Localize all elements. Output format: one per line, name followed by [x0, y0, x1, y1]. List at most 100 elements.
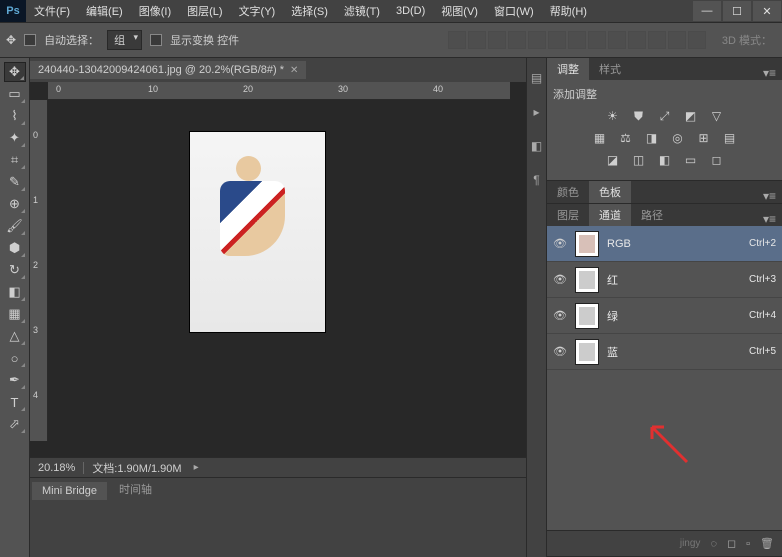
- magic-wand-tool[interactable]: ✦: [4, 128, 26, 148]
- pen-tool[interactable]: ✒: [4, 370, 26, 390]
- tab-color[interactable]: 颜色: [547, 181, 589, 203]
- align-icon[interactable]: [548, 31, 566, 49]
- channel-row-rgb[interactable]: 👁 RGB Ctrl+2: [547, 226, 782, 262]
- history-panel-icon[interactable]: ▤: [529, 70, 545, 86]
- document-tab[interactable]: 240440-13042009424061.jpg @ 20.2%(RGB/8#…: [30, 61, 306, 79]
- adjustments-title: 添加调整: [553, 86, 776, 102]
- status-bar: 20.18% 文档:1.90M/1.90M ▸: [30, 457, 526, 477]
- zoom-level[interactable]: 20.18%: [30, 462, 84, 474]
- panel-menu-icon[interactable]: ▾≡: [757, 189, 782, 203]
- gradient-map-icon[interactable]: ▭: [682, 152, 700, 168]
- mixer-icon[interactable]: ⊞: [695, 130, 713, 146]
- tab-mini-bridge[interactable]: Mini Bridge: [32, 482, 107, 500]
- save-selection-icon[interactable]: ◻: [727, 537, 736, 550]
- invert-icon[interactable]: ◪: [604, 152, 622, 168]
- menu-file[interactable]: 文件(F): [26, 0, 78, 22]
- tab-styles[interactable]: 样式: [589, 58, 631, 80]
- posterize-icon[interactable]: ◫: [630, 152, 648, 168]
- align-icon[interactable]: [648, 31, 666, 49]
- stamp-tool[interactable]: ⬢: [4, 238, 26, 258]
- menu-image[interactable]: 图像(I): [131, 0, 179, 22]
- align-icon[interactable]: [568, 31, 586, 49]
- minimize-button[interactable]: —: [693, 1, 721, 21]
- delete-channel-icon[interactable]: 🗑: [760, 537, 774, 550]
- character-panel-icon[interactable]: ¶: [529, 172, 545, 188]
- tab-timeline[interactable]: 时间轴: [109, 478, 162, 500]
- brush-tool[interactable]: 🖌: [4, 216, 26, 236]
- tab-swatches[interactable]: 色板: [589, 181, 631, 203]
- tab-adjustments[interactable]: 调整: [547, 58, 589, 80]
- auto-select-dropdown[interactable]: 组: [107, 30, 142, 50]
- menu-help[interactable]: 帮助(H): [542, 0, 595, 22]
- marquee-tool[interactable]: ▭: [4, 84, 26, 104]
- visibility-icon[interactable]: 👁: [553, 273, 567, 286]
- channel-row-green[interactable]: 👁 绿 Ctrl+4: [547, 298, 782, 334]
- align-icon[interactable]: [688, 31, 706, 49]
- path-tool[interactable]: ⬀: [4, 414, 26, 434]
- menu-type[interactable]: 文字(Y): [231, 0, 284, 22]
- align-icon[interactable]: [668, 31, 686, 49]
- bw-icon[interactable]: ◨: [643, 130, 661, 146]
- selective-icon[interactable]: ◻: [708, 152, 726, 168]
- auto-select-checkbox[interactable]: [24, 34, 36, 46]
- panel-menu-icon[interactable]: ▾≡: [757, 66, 782, 80]
- photo-filter-icon[interactable]: ◎: [669, 130, 687, 146]
- tab-close-icon[interactable]: ✕: [290, 65, 298, 76]
- new-channel-icon[interactable]: ▫: [746, 538, 750, 550]
- align-icon[interactable]: [608, 31, 626, 49]
- document-canvas[interactable]: [190, 132, 325, 332]
- dodge-tool[interactable]: ○: [4, 348, 26, 368]
- gradient-tool[interactable]: ▦: [4, 304, 26, 324]
- channel-row-red[interactable]: 👁 红 Ctrl+3: [547, 262, 782, 298]
- lookup-icon[interactable]: ▤: [721, 130, 739, 146]
- properties-panel-icon[interactable]: ◧: [529, 138, 545, 154]
- show-transform-checkbox[interactable]: [150, 34, 162, 46]
- menu-view[interactable]: 视图(V): [433, 0, 486, 22]
- load-selection-icon[interactable]: ◌: [710, 538, 717, 550]
- align-icon[interactable]: [588, 31, 606, 49]
- maximize-button[interactable]: ☐: [723, 1, 751, 21]
- levels-icon[interactable]: ⛊: [630, 108, 648, 124]
- lasso-tool[interactable]: ⌇: [4, 106, 26, 126]
- curves-icon[interactable]: ⤢: [656, 108, 674, 124]
- eyedropper-tool[interactable]: ✎: [4, 172, 26, 192]
- actions-panel-icon[interactable]: ▸: [529, 104, 545, 120]
- exposure-icon[interactable]: ◩: [682, 108, 700, 124]
- align-icon[interactable]: [508, 31, 526, 49]
- menu-edit[interactable]: 编辑(E): [78, 0, 131, 22]
- menu-filter[interactable]: 滤镜(T): [336, 0, 388, 22]
- move-tool[interactable]: ✥: [4, 62, 26, 82]
- vibrance-icon[interactable]: ▽: [708, 108, 726, 124]
- threshold-icon[interactable]: ◧: [656, 152, 674, 168]
- visibility-icon[interactable]: 👁: [553, 309, 567, 322]
- type-tool[interactable]: T: [4, 392, 26, 412]
- hue-icon[interactable]: ▦: [591, 130, 609, 146]
- visibility-icon[interactable]: 👁: [553, 237, 567, 250]
- align-icon[interactable]: [528, 31, 546, 49]
- panel-menu-icon[interactable]: ▾≡: [757, 212, 782, 226]
- align-icon[interactable]: [628, 31, 646, 49]
- brightness-icon[interactable]: ☀: [604, 108, 622, 124]
- align-icon[interactable]: [448, 31, 466, 49]
- info-arrow-icon[interactable]: ▸: [194, 462, 199, 473]
- tab-channels[interactable]: 通道: [589, 204, 631, 226]
- document-info[interactable]: 文档:1.90M/1.90M: [84, 460, 189, 476]
- align-icon[interactable]: [488, 31, 506, 49]
- history-brush-tool[interactable]: ↻: [4, 260, 26, 280]
- channel-row-blue[interactable]: 👁 蓝 Ctrl+5: [547, 334, 782, 370]
- eraser-tool[interactable]: ◧: [4, 282, 26, 302]
- healing-tool[interactable]: ⊕: [4, 194, 26, 214]
- blur-tool[interactable]: △: [4, 326, 26, 346]
- canvas-area[interactable]: 0 10 20 30 40 0 1 2 3 4: [30, 82, 526, 457]
- balance-icon[interactable]: ⚖: [617, 130, 635, 146]
- tab-paths[interactable]: 路径: [631, 204, 673, 226]
- menu-select[interactable]: 选择(S): [283, 0, 336, 22]
- align-icon[interactable]: [468, 31, 486, 49]
- tab-layers[interactable]: 图层: [547, 204, 589, 226]
- close-button[interactable]: ✕: [753, 1, 781, 21]
- crop-tool[interactable]: ⌗: [4, 150, 26, 170]
- menu-layer[interactable]: 图层(L): [179, 0, 230, 22]
- menu-window[interactable]: 窗口(W): [486, 0, 542, 22]
- menu-3d[interactable]: 3D(D): [388, 0, 433, 22]
- visibility-icon[interactable]: 👁: [553, 345, 567, 358]
